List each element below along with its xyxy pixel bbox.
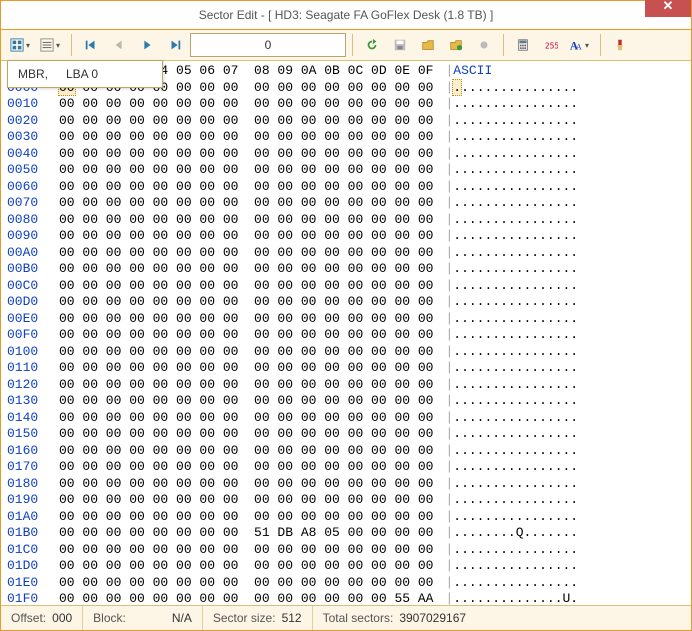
first-sector-button[interactable] [79, 33, 103, 57]
refresh-button[interactable] [360, 33, 384, 57]
window-title: Sector Edit - [ HD3: Seagate FA GoFlex D… [1, 8, 691, 22]
titlebar: Sector Edit - [ HD3: Seagate FA GoFlex D… [1, 1, 691, 30]
toolbar-separator [503, 34, 504, 56]
sector-edit-window: Sector Edit - [ HD3: Seagate FA GoFlex D… [0, 0, 692, 631]
toolbar-separator [600, 34, 601, 56]
font-button[interactable]: AA▾ [567, 33, 593, 57]
status-offset: Offset:000 [1, 606, 83, 630]
chevron-down-icon: ▾ [585, 41, 589, 50]
next-icon [140, 38, 154, 52]
grid-icon [10, 38, 24, 52]
hex-icon: 255 [544, 38, 558, 52]
dot-icon [477, 38, 491, 52]
dropdown-item-mbr[interactable]: MBR, LBA 0 [8, 61, 162, 87]
svg-text:255: 255 [545, 42, 558, 51]
close-button[interactable]: ✕ [645, 0, 691, 17]
chevron-down-icon: ▾ [26, 41, 30, 50]
chevron-down-icon: ▾ [56, 41, 60, 50]
last-icon [168, 38, 182, 52]
dropdown-col2: LBA 0 [66, 67, 98, 81]
toolbar-separator [352, 34, 353, 56]
statusbar: Offset:000 Block:N/A Sector size:512 Tot… [1, 605, 691, 630]
calculator-button[interactable] [511, 33, 535, 57]
status-sector-size: Sector size:512 [203, 606, 313, 630]
list-mode-button[interactable]: ▾ [38, 33, 64, 57]
hex-view-button[interactable]: 255 [539, 33, 563, 57]
open2-button[interactable] [444, 33, 468, 57]
toolbar: ▾ ▾ 255 AA▾ MBR, LBA 0 [1, 30, 691, 61]
sector-number-input[interactable] [190, 33, 346, 57]
save-button[interactable] [388, 33, 412, 57]
next-sector-button[interactable] [135, 33, 159, 57]
brush-icon [613, 38, 627, 52]
open-folder-icon [421, 38, 435, 52]
prev-sector-button[interactable] [107, 33, 131, 57]
open-button[interactable] [416, 33, 440, 57]
marker-button[interactable] [472, 33, 496, 57]
open-folder2-icon [449, 38, 463, 52]
close-icon: ✕ [663, 0, 674, 14]
dropdown-col1: MBR, [18, 67, 48, 81]
svg-text:A: A [576, 42, 582, 51]
toolbar-separator [71, 34, 72, 56]
save-icon [393, 38, 407, 52]
nav-dropdown: MBR, LBA 0 [7, 60, 163, 88]
first-icon [84, 38, 98, 52]
prev-icon [112, 38, 126, 52]
last-sector-button[interactable] [163, 33, 187, 57]
list-icon [40, 38, 54, 52]
brush-button[interactable] [608, 33, 632, 57]
status-block: Block:N/A [83, 606, 203, 630]
status-total-sectors: Total sectors:3907029167 [313, 606, 476, 630]
view-mode-button[interactable]: ▾ [8, 33, 34, 57]
hex-editor[interactable]: Addr00 01 02 03 04 05 06 07 08 09 0A 0B … [1, 61, 691, 605]
refresh-icon [365, 38, 379, 52]
calculator-icon [516, 38, 530, 52]
font-icon: AA [569, 38, 583, 52]
